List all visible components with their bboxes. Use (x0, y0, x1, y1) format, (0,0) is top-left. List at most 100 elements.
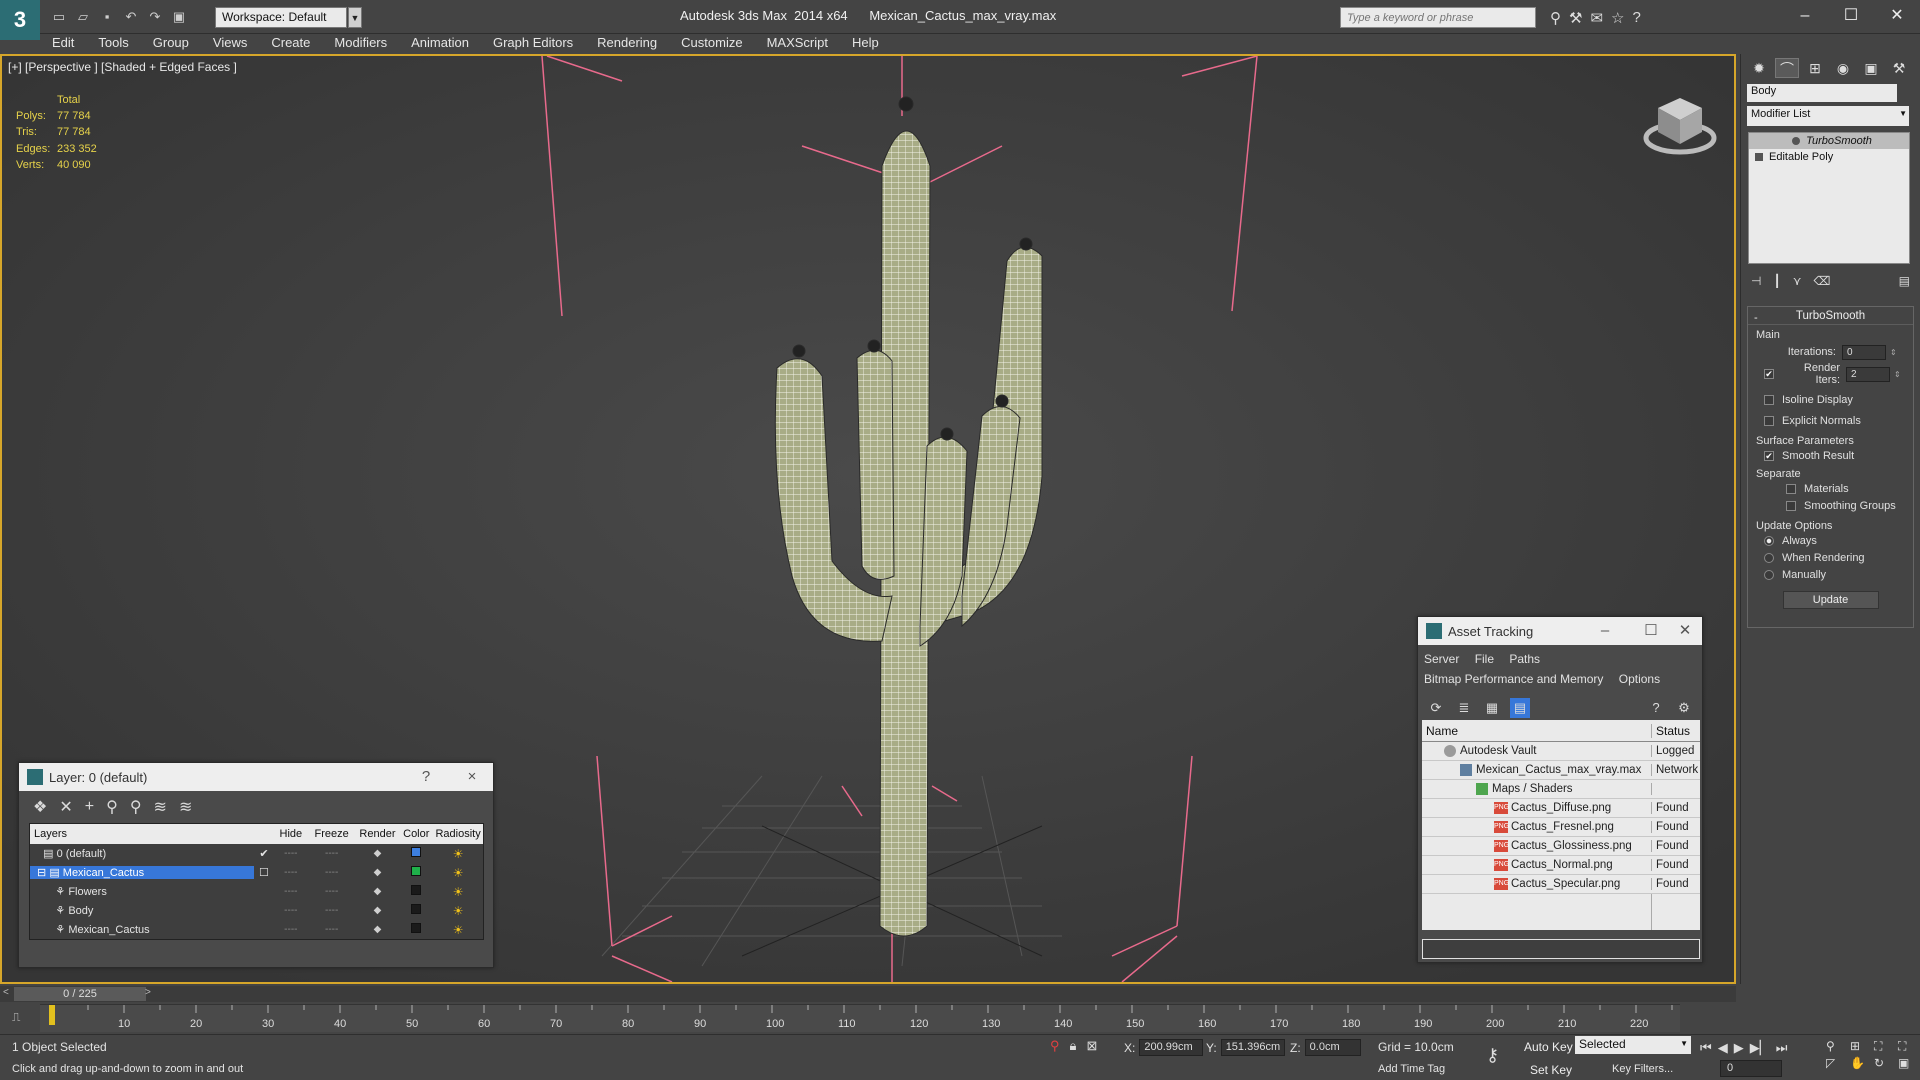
active-layer-check-icon[interactable]: ✔ (254, 847, 274, 860)
radiosity-icon[interactable]: ☀ (433, 904, 483, 918)
create-layer-icon[interactable]: ❖ (33, 797, 47, 817)
pan-icon[interactable]: ✋ (1850, 1056, 1872, 1070)
asset-row[interactable]: PNG Cactus_Diffuse.png Found (1422, 799, 1700, 818)
menu-customize[interactable]: Customize (669, 34, 754, 54)
add-to-layer-icon[interactable]: + (85, 798, 94, 816)
play-icon[interactable]: ▶ (1734, 1040, 1744, 1056)
layer-dialog-help-button[interactable]: ? (409, 763, 443, 791)
explicit-normals-checkbox[interactable] (1764, 415, 1774, 426)
asset-menu-paths[interactable]: Paths (1509, 652, 1540, 666)
stack-item-turbosmooth[interactable]: TurboSmooth (1749, 133, 1909, 149)
asset-row[interactable]: Maps / Shaders (1422, 780, 1700, 799)
make-unique-icon[interactable]: ⋎ (1793, 274, 1802, 288)
materials-row[interactable]: Materials (1748, 480, 1913, 497)
redo-icon[interactable]: ↷ (146, 8, 164, 26)
select-in-layer-icon[interactable]: ⚲ (106, 797, 118, 817)
app-logo-icon[interactable]: 3 (0, 0, 40, 40)
field-of-view-icon[interactable]: ◸ (1826, 1056, 1848, 1070)
asset-menu-bitmap-performance[interactable]: Bitmap Performance and Memory (1424, 672, 1603, 686)
isolate-selection-icon[interactable]: ⚲ (1050, 1038, 1060, 1054)
radiosity-icon[interactable]: ☀ (433, 923, 483, 937)
update-button[interactable]: Update (1782, 591, 1879, 609)
menu-edit[interactable]: Edit (40, 34, 86, 54)
asset-settings-icon[interactable]: ⚙ (1674, 698, 1694, 718)
menu-tools[interactable]: Tools (86, 34, 140, 54)
layer-color-swatch[interactable] (399, 866, 433, 879)
layer-color-swatch[interactable] (399, 923, 433, 936)
isoline-row[interactable]: Isoline Display (1748, 391, 1913, 408)
zoom-all-icon[interactable]: ⊞ (1850, 1039, 1872, 1054)
hide-toggle[interactable]: ---- (274, 905, 308, 916)
asset-path-field[interactable] (1422, 939, 1700, 959)
asset-menu-server[interactable]: Server (1424, 652, 1459, 666)
close-icon[interactable]: ✕ (1874, 0, 1920, 32)
col-hide[interactable]: Hide (274, 828, 308, 840)
z-field[interactable]: 0.0cm (1304, 1039, 1361, 1056)
auto-key-button[interactable]: Auto Key (1524, 1040, 1573, 1054)
freeze-toggle[interactable]: ---- (308, 905, 356, 916)
time-slider-next-icon[interactable]: > (145, 987, 151, 998)
viewcube-icon[interactable] (1642, 86, 1722, 166)
key-mode-dropdown[interactable]: Selected ▼ (1575, 1036, 1691, 1054)
time-slider[interactable]: < 0 / 225 > (0, 986, 1736, 1002)
asset-dialog-titlebar[interactable]: Asset Tracking – ☐ ✕ (1418, 617, 1702, 645)
render-iters-spinner[interactable]: 2 (1846, 366, 1890, 382)
asset-help-icon[interactable]: ? (1646, 698, 1666, 718)
viewport-label[interactable]: [+] [Perspective ] [Shaded + Edged Faces… (8, 60, 237, 74)
explicit-normals-row[interactable]: Explicit Normals (1748, 412, 1913, 429)
menu-help[interactable]: Help (840, 34, 891, 54)
modify-tab-icon[interactable]: ⌒ (1775, 58, 1799, 78)
layer-color-swatch[interactable] (399, 904, 433, 917)
col-render[interactable]: Render (356, 828, 400, 840)
menu-rendering[interactable]: Rendering (585, 34, 669, 54)
curve-editor-icon[interactable]: ⎍ (12, 1010, 32, 1026)
col-layers[interactable]: Layers (30, 828, 254, 840)
col-status[interactable]: Status (1652, 724, 1700, 738)
y-field[interactable]: 151.396cm (1220, 1039, 1285, 1056)
list-view-icon[interactable]: ≣ (1454, 698, 1474, 718)
motion-tab-icon[interactable]: ◉ (1831, 58, 1855, 78)
asset-dialog-maximize-icon[interactable]: ☐ (1634, 617, 1668, 645)
rollout-header[interactable]: - TurboSmooth (1748, 307, 1913, 325)
render-teapot-icon[interactable]: ◆ (356, 924, 400, 935)
col-radiosity[interactable]: Radiosity (433, 828, 483, 840)
render-teapot-icon[interactable]: ◆ (356, 886, 400, 897)
hide-toggle[interactable]: ---- (274, 886, 308, 897)
key-filters-button[interactable]: Key Filters... (1612, 1063, 1673, 1075)
asset-dialog-minimize-icon[interactable]: – (1588, 617, 1622, 645)
display-tab-icon[interactable]: ▣ (1859, 58, 1883, 78)
always-radio[interactable] (1764, 535, 1774, 546)
smoothing-groups-checkbox[interactable] (1786, 500, 1796, 511)
freeze-toggle[interactable]: ---- (308, 924, 356, 935)
asset-row[interactable]: PNG Cactus_Specular.png Found (1422, 875, 1700, 894)
subscription-icon[interactable]: ⚒ (1569, 9, 1582, 27)
asset-row[interactable]: PNG Cactus_Glossiness.png Found (1422, 837, 1700, 856)
expand-icon[interactable] (1755, 153, 1763, 161)
manually-radio[interactable] (1764, 569, 1774, 580)
asset-row[interactable]: PNG Cactus_Fresnel.png Found (1422, 818, 1700, 837)
layer-row[interactable]: ⚘ Flowers ---- ---- ◆ ☀ (30, 882, 483, 901)
time-slider-thumb[interactable]: 0 / 225 (14, 987, 146, 1001)
update-manually-row[interactable]: Manually (1748, 566, 1913, 583)
table-view-icon[interactable]: ▤ (1510, 698, 1530, 718)
isoline-checkbox[interactable] (1764, 394, 1774, 405)
lightbulb-icon[interactable] (1792, 137, 1801, 145)
layer-row[interactable]: ⚘ Body ---- ---- ◆ ☀ (30, 901, 483, 920)
stack-item-editable-poly[interactable]: Editable Poly (1749, 149, 1909, 165)
add-time-tag[interactable]: Add Time Tag (1378, 1063, 1445, 1075)
thumbnail-view-icon[interactable]: ▦ (1482, 698, 1502, 718)
current-frame-field[interactable]: 0 (1720, 1060, 1782, 1077)
render-teapot-icon[interactable]: ◆ (356, 867, 400, 878)
freeze-toggle[interactable]: ---- (308, 848, 356, 859)
zoom-extents-all-icon[interactable]: ⛶ (1898, 1039, 1920, 1054)
delete-layer-icon[interactable]: ✕ (59, 797, 72, 817)
hide-toggle[interactable]: ---- (274, 867, 308, 878)
hide-toggle[interactable]: ---- (274, 924, 308, 935)
menu-animation[interactable]: Animation (399, 34, 481, 54)
freeze-toggle[interactable]: ---- (308, 886, 356, 897)
render-iters-checkbox[interactable]: ✔ (1764, 369, 1774, 379)
asset-menu-options[interactable]: Options (1619, 672, 1660, 686)
orbit-icon[interactable]: ↻ (1874, 1056, 1896, 1070)
workspace-dropdown[interactable]: Workspace: Default (215, 7, 347, 28)
zoom-extents-icon[interactable]: ⛶ (1874, 1039, 1896, 1054)
